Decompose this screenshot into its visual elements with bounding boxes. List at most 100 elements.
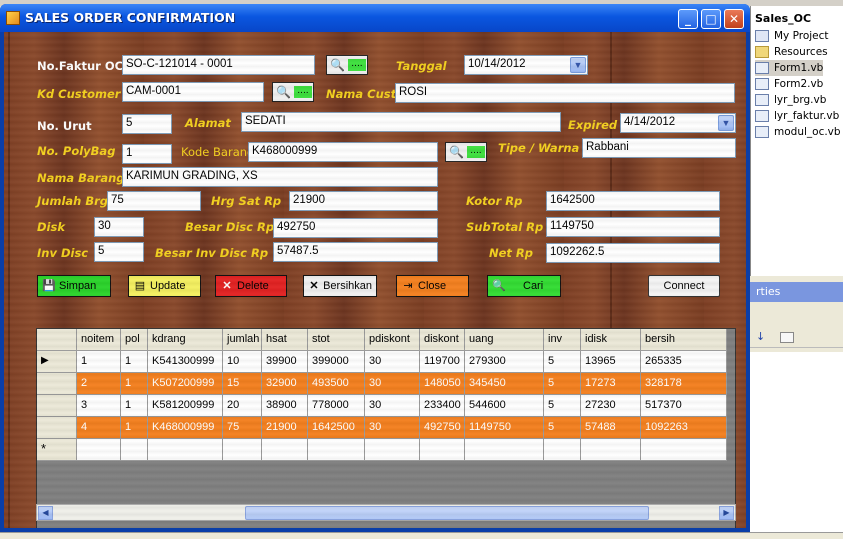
table-row[interactable]: 4 1 K468000999 75 21900 1642500 30 49275…: [37, 417, 727, 439]
table-cell[interactable]: 1149750: [465, 417, 544, 439]
dropdown-arrow-icon[interactable]: ▼: [718, 115, 734, 131]
table-cell[interactable]: 328178: [641, 373, 727, 395]
nama-cust-field[interactable]: ROSI: [395, 83, 735, 103]
table-cell[interactable]: 492750: [420, 417, 465, 439]
connect-button[interactable]: Connect: [648, 275, 720, 297]
search-customer-button[interactable]: 🔍....: [272, 82, 314, 102]
solution-item-my-project[interactable]: My Project: [755, 28, 829, 44]
table-cell[interactable]: [544, 439, 581, 461]
besar-inv-disc-field[interactable]: 57487.5: [273, 242, 438, 262]
table-cell[interactable]: 345450: [465, 373, 544, 395]
table-cell[interactable]: [420, 439, 465, 461]
no-urut-field[interactable]: 5: [122, 114, 172, 134]
column-header[interactable]: stot: [308, 329, 365, 351]
table-cell[interactable]: 30: [365, 351, 420, 373]
table-cell[interactable]: 1: [121, 373, 148, 395]
table-cell[interactable]: 544600: [465, 395, 544, 417]
current-row-marker[interactable]: ▶: [37, 351, 77, 373]
table-cell[interactable]: [121, 439, 148, 461]
solution-item-modul-oc[interactable]: modul_oc.vb: [755, 124, 841, 140]
table-cell[interactable]: 5: [544, 395, 581, 417]
expired-date-picker[interactable]: 4/14/2012 ▼: [620, 113, 736, 133]
table-cell[interactable]: 39900: [262, 351, 308, 373]
subtotal-field[interactable]: 1149750: [546, 217, 720, 237]
kode-barang-field[interactable]: K468000999: [248, 142, 438, 162]
table-cell[interactable]: 3: [77, 395, 121, 417]
table-cell[interactable]: 148050: [420, 373, 465, 395]
table-row[interactable]: 2 1 K507200999 15 32900 493500 30 148050…: [37, 373, 727, 395]
table-cell[interactable]: 30: [365, 417, 420, 439]
table-cell[interactable]: 1: [121, 417, 148, 439]
table-cell[interactable]: 15: [223, 373, 262, 395]
properties-toolbar[interactable]: ↓: [750, 328, 843, 348]
solution-item-resources[interactable]: Resources: [755, 44, 828, 60]
table-cell[interactable]: 30: [365, 373, 420, 395]
table-cell[interactable]: 119700: [420, 351, 465, 373]
table-cell[interactable]: 778000: [308, 395, 365, 417]
table-cell[interactable]: 1092263: [641, 417, 727, 439]
kd-customer-field[interactable]: CAM-0001: [122, 82, 264, 102]
table-cell[interactable]: 27230: [581, 395, 641, 417]
new-row-marker[interactable]: *: [37, 439, 77, 461]
solution-item-form2[interactable]: Form2.vb: [755, 76, 823, 92]
table-cell[interactable]: 5: [544, 373, 581, 395]
property-pages-icon[interactable]: [780, 332, 794, 343]
table-cell[interactable]: [77, 439, 121, 461]
besar-disc-field[interactable]: 492750: [273, 218, 438, 238]
table-cell[interactable]: 517370: [641, 395, 727, 417]
tipe-warna-field[interactable]: Rabbani: [582, 138, 736, 158]
close-button[interactable]: ⇥ Close: [396, 275, 469, 297]
title-bar[interactable]: SALES ORDER CONFIRMATION _ □ ✕: [0, 4, 750, 32]
column-header[interactable]: diskont: [420, 329, 465, 351]
column-header[interactable]: kdrang: [148, 329, 223, 351]
column-header[interactable]: noitem: [77, 329, 121, 351]
column-header[interactable]: hsat: [262, 329, 308, 351]
jumlah-brg-field[interactable]: 75: [107, 191, 201, 211]
table-cell[interactable]: 5: [544, 351, 581, 373]
table-cell[interactable]: 399000: [308, 351, 365, 373]
close-window-button[interactable]: ✕: [724, 9, 744, 29]
table-cell[interactable]: K581200999: [148, 395, 223, 417]
table-cell[interactable]: 5: [544, 417, 581, 439]
table-cell[interactable]: [223, 439, 262, 461]
table-cell[interactable]: K468000999: [148, 417, 223, 439]
kotor-field[interactable]: 1642500: [546, 191, 720, 211]
table-cell[interactable]: 57488: [581, 417, 641, 439]
table-cell[interactable]: 1: [77, 351, 121, 373]
search-faktur-button[interactable]: 🔍....: [326, 55, 368, 75]
tanggal-date-picker[interactable]: 10/14/2012 ▼: [464, 55, 588, 75]
table-cell[interactable]: 1: [121, 395, 148, 417]
table-cell[interactable]: 265335: [641, 351, 727, 373]
order-items-grid[interactable]: noitem pol kdrang jumlah hsat stot pdisk…: [36, 328, 736, 528]
simpan-button[interactable]: 💾 Simpan: [37, 275, 111, 297]
update-button[interactable]: ▤ Update: [128, 275, 201, 297]
hrg-sat-field[interactable]: 21900: [289, 191, 438, 211]
table-cell[interactable]: K507200999: [148, 373, 223, 395]
table-cell[interactable]: [148, 439, 223, 461]
table-cell[interactable]: [262, 439, 308, 461]
table-cell[interactable]: 21900: [262, 417, 308, 439]
column-header[interactable]: idisk: [581, 329, 641, 351]
maximize-button[interactable]: □: [701, 9, 721, 29]
row-header[interactable]: [37, 417, 77, 439]
solution-item-form1[interactable]: Form1.vb: [755, 60, 824, 76]
table-cell[interactable]: 233400: [420, 395, 465, 417]
table-cell[interactable]: 1: [121, 351, 148, 373]
delete-button[interactable]: ✕ Delete: [215, 275, 287, 297]
column-header[interactable]: uang: [465, 329, 544, 351]
scroll-right-icon[interactable]: ▶: [719, 506, 734, 520]
inv-disc-field[interactable]: 5: [94, 242, 144, 262]
sort-alpha-icon[interactable]: ↓: [756, 330, 765, 343]
table-cell[interactable]: 279300: [465, 351, 544, 373]
grid-horizontal-scrollbar[interactable]: ◀ ▶: [36, 504, 736, 521]
table-cell[interactable]: 38900: [262, 395, 308, 417]
search-barang-button[interactable]: 🔍....: [445, 142, 487, 162]
net-field[interactable]: 1092262.5: [546, 243, 720, 263]
column-header[interactable]: pdiskont: [365, 329, 420, 351]
cari-button[interactable]: 🔍 Cari: [487, 275, 561, 297]
table-cell[interactable]: [641, 439, 727, 461]
table-cell[interactable]: [365, 439, 420, 461]
scroll-left-icon[interactable]: ◀: [38, 506, 53, 520]
table-cell[interactable]: 10: [223, 351, 262, 373]
table-row[interactable]: 3 1 K581200999 20 38900 778000 30 233400…: [37, 395, 727, 417]
